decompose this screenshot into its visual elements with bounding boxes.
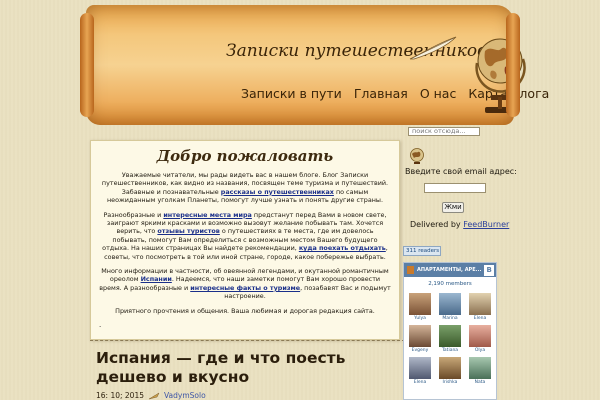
trailing-dot: . [99,321,102,330]
nav-item-home[interactable]: Главная [354,86,408,101]
vk-widget: АПАРТАМЕНТЫ, АРЕ... В 2,190 members Yuly… [403,262,497,400]
header-banner: Записки путешественников Записки в пути … [80,5,549,125]
vk-member[interactable]: Nata [468,357,492,385]
vk-group-avatar[interactable] [407,266,415,274]
link-tourism-facts[interactable]: интересные факты о туризме [190,284,300,292]
link-tourist-reviews[interactable]: отзывы туристов [157,227,219,235]
welcome-paragraph-4: Приятного прочтения и общения. Ваша люби… [115,306,375,315]
vk-member[interactable]: Irishka [438,357,462,385]
globe-rss-icon [410,148,424,164]
vk-member[interactable]: Evgeny [408,325,432,353]
vk-members-grid: Yulya Marina Elena Evgeny Tatiana Olya E… [404,293,496,385]
vk-member[interactable]: Elena [468,293,492,321]
vk-member[interactable]: Olya [468,325,492,353]
link-where-to-go[interactable]: куда поехать отдыхать [299,244,386,252]
link-traveler-stories[interactable]: рассказы о путешественниках [221,188,334,196]
vk-group-name[interactable]: АПАРТАМЕНТЫ, АРЕ... [417,267,481,273]
link-interesting-places[interactable]: интересные места мира [163,211,252,219]
nav-item-about[interactable]: О нас [420,86,457,101]
email-field[interactable] [424,183,486,193]
post-meta: 16: 10; 2015 VadymSolo [96,391,206,400]
page: Записки путешественников Записки в пути … [0,0,600,400]
vk-member[interactable]: Tatiana [438,325,462,353]
vk-member[interactable]: Elena [408,357,432,385]
post-title[interactable]: Испания — где и что поесть дешево и вкус… [96,349,396,387]
section-divider [90,340,405,341]
delivered-by: Delivered by FeedBurner [410,220,510,229]
subscribe-button[interactable]: Жми [442,202,464,213]
welcome-paragraph-3: Много информации в частности, об овеянно… [99,267,391,301]
avatar [409,325,431,347]
avatar [469,293,491,315]
nav-item-travel-notes[interactable]: Записки в пути [241,86,342,101]
email-label: Введите свой email адрес: [405,167,517,176]
welcome-paragraph-1: Уважаемые читатели, мы рады видеть вас в… [101,171,389,205]
vk-logo-icon[interactable]: В [484,264,494,276]
avatar [469,357,491,379]
quill-icon [409,36,457,60]
avatar [469,325,491,347]
vk-member[interactable]: Marina [438,293,462,321]
feedburner-link[interactable]: FeedBurner [463,220,509,229]
vk-header: АПАРТАМЕНТЫ, АРЕ... В [404,263,496,277]
link-spain[interactable]: Испании [141,275,172,283]
welcome-paragraph-2: Разнообразные и интересные места мира пр… [102,210,388,261]
avatar [409,357,431,379]
globe-icon [475,38,526,113]
avatar [439,293,461,315]
avatar [439,357,461,379]
welcome-panel: Добро пожаловать Уважаемые читатели, мы … [90,140,400,340]
vk-members-count[interactable]: 2,190 members [404,281,496,287]
pen-icon [148,391,160,399]
avatar [439,325,461,347]
welcome-heading: Добро пожаловать [156,147,334,165]
post-datetime: 16: 10; 2015 [96,391,144,400]
avatar [409,293,431,315]
search-input[interactable]: поиск отсюда... [408,127,480,136]
feed-readers-badge[interactable]: 311 readers [403,246,441,256]
vk-member[interactable]: Yulya [408,293,432,321]
post-author[interactable]: VadymSolo [164,391,206,400]
